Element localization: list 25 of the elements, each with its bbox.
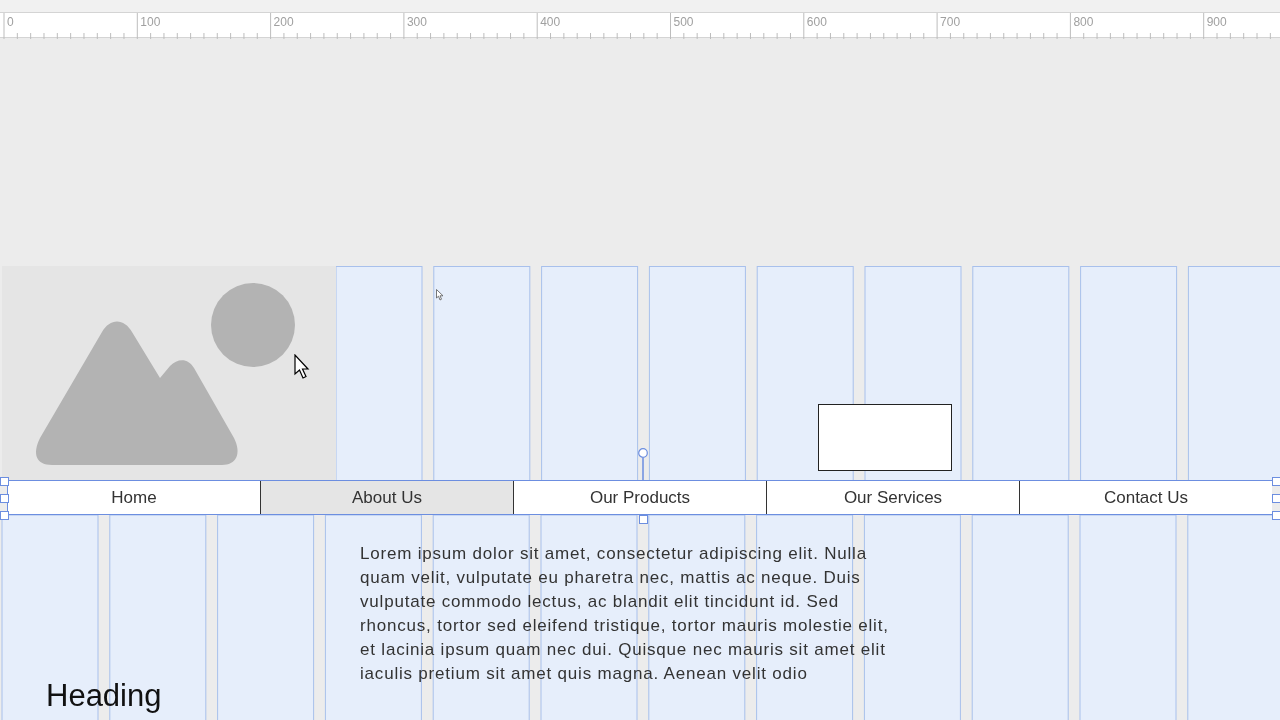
ruler-label: 0	[7, 15, 14, 29]
ruler-label: 800	[1073, 15, 1094, 29]
rectangle-shape[interactable]	[818, 404, 952, 471]
rotate-handle[interactable]	[638, 448, 648, 480]
resize-handle[interactable]	[0, 511, 9, 520]
ruler-label: 100	[140, 15, 161, 29]
ruler-label: 400	[540, 15, 561, 29]
resize-handle[interactable]	[0, 494, 9, 503]
ruler-label: 500	[673, 15, 694, 29]
nav-item[interactable]: About Us	[261, 481, 514, 514]
resize-handle[interactable]	[639, 515, 648, 524]
resize-handle[interactable]	[0, 477, 9, 486]
cursor-icon	[294, 354, 310, 380]
ruler-label: 200	[273, 15, 294, 29]
ruler-label: 300	[406, 15, 427, 29]
resize-handle[interactable]	[1272, 477, 1280, 486]
resize-handle[interactable]	[1272, 494, 1280, 503]
cursor-icon	[436, 289, 444, 301]
heading: Heading	[46, 680, 162, 712]
image-placeholder[interactable]	[2, 266, 336, 480]
resize-handle[interactable]	[1272, 511, 1280, 520]
ruler-label: 600	[806, 15, 827, 29]
ruler-label: 900	[1206, 15, 1227, 29]
ruler-label: 700	[940, 15, 961, 29]
paragraph: Lorem ipsum dolor sit amet, consectetur adipiscing elit. Nulla quam velit, vulputate eu pharetra nec, mattis ac neque. Duis vulputate commodo lectus, ac blandit elit tincidunt id. Sed rhoncus, tortor sed eleifend tristique, tortor mauris molestie elit, et lacinia ipsum quam nec dui. Quisque nec mauris sit amet elit iaculis pretium sit amet quis magna. Aenean velit odio	[360, 543, 890, 685]
